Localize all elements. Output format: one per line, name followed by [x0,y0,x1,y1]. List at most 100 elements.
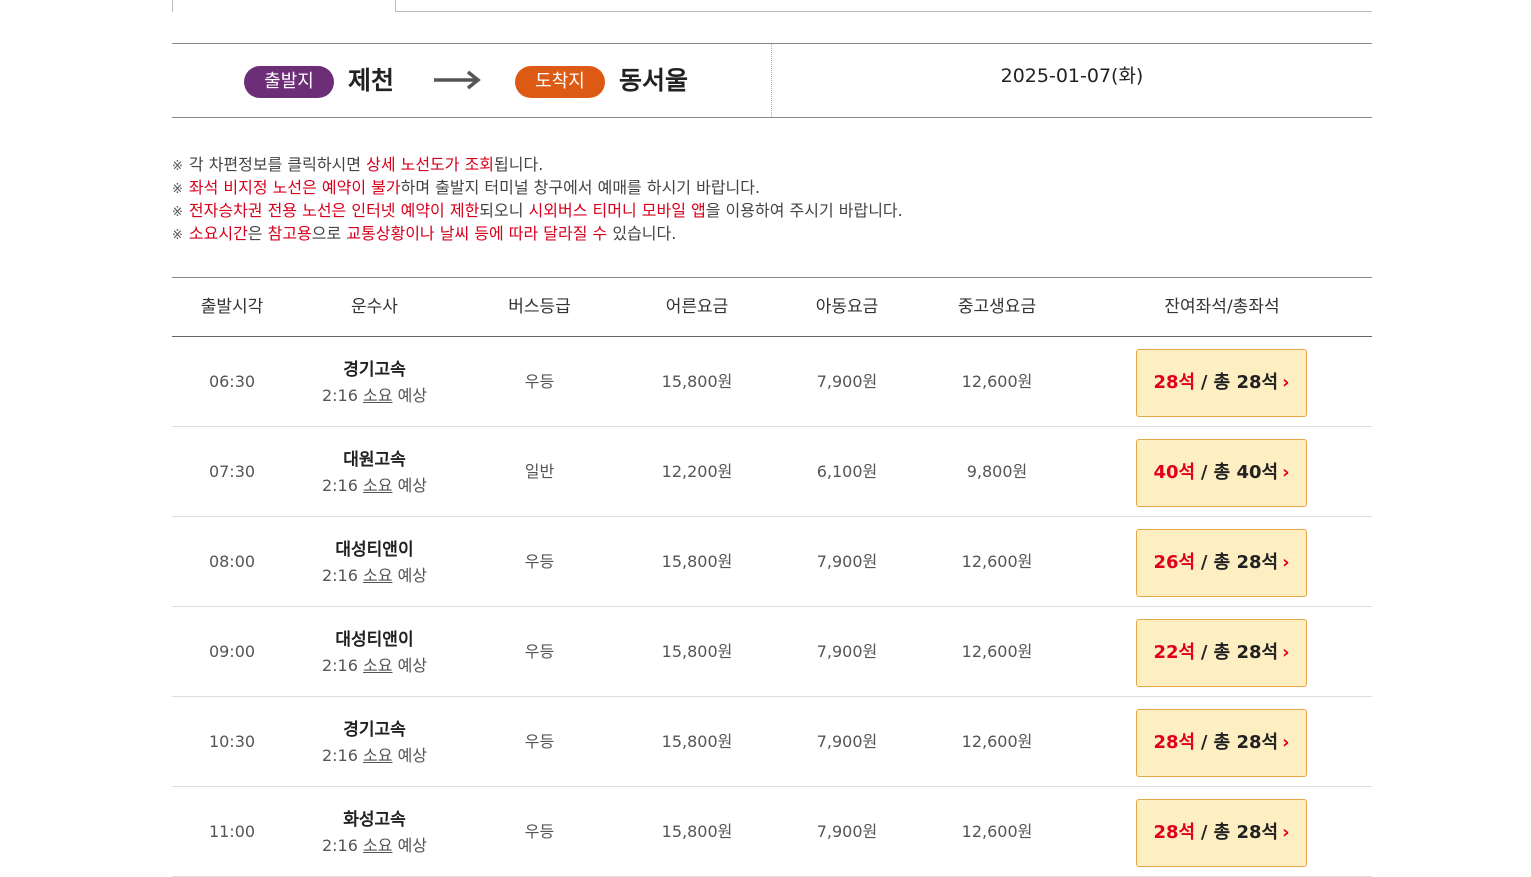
duration-time: 2:16 [321,476,358,495]
arrow-right-icon [434,70,481,90]
notice-highlight: 참고용 [267,224,312,243]
notice-highlight: 전자승차권 전용 노선은 인터넷 예약이 제한 [188,201,480,220]
total-seats: / 총 28석 [1200,552,1279,573]
notice-text: 은 [247,224,268,243]
arrival-city: 동서울 [619,66,689,95]
schedule-table: 출발시각 운수사 버스등급 어른요금 아동요금 중고생요금 잔여좌석/총좌석 0… [172,277,1372,877]
notice-item: ※ 전자승차권 전용 노선은 인터넷 예약이 제한되오니 시외버스 티머니 모바일… [172,200,1372,223]
notice-text: 으로 [311,224,347,243]
notice-mark: ※ [172,228,183,243]
bus-grade: 우등 [524,372,555,391]
company-name: 경기고속 [343,360,406,380]
total-seats: / 총 28석 [1200,372,1279,393]
departure-time: 10:30 [208,732,256,751]
teen-fare: 12,600원 [961,732,1033,751]
duration-time: 2:16 [321,566,358,585]
child-fare: 7,900원 [816,372,878,391]
duration-label: 소요 [363,746,393,765]
select-seat-button[interactable]: 40석 / 총 40석 › [1136,439,1307,507]
bus-grade: 우등 [524,642,555,661]
bus-grade: 일반 [524,462,555,481]
adult-fare: 15,800원 [661,822,733,841]
teen-fare: 12,600원 [961,822,1033,841]
duration: 2:16 소요 예상 [292,835,457,857]
departure-city: 제천 [348,66,395,95]
arrival-badge: 도착지 [515,66,605,98]
tab-bar-remnant [172,0,1372,12]
tab-baseline [395,11,1372,12]
company-name: 대원고속 [343,450,406,470]
duration-label: 소요 [363,656,393,675]
table-row[interactable]: 10:30 경기고속 2:16 소요 예상 우등 15,800원 7,900원 12,600… [172,697,1372,787]
table-row[interactable]: 09:00 대성티앤이 2:16 소요 예상 우등 15,800원 7,900원 12,60… [172,607,1372,697]
select-seat-button[interactable]: 28석 / 총 28석 › [1136,799,1307,867]
remaining-seats: 28석 [1153,372,1196,393]
chevron-right-icon: › [1282,732,1290,753]
table-row[interactable]: 08:00 대성티앤이 2:16 소요 예상 우등 15,800원 7,900원 12,60… [172,517,1372,607]
bus-grade: 우등 [524,552,555,571]
table-row[interactable]: 06:30 경기고속 2:16 소요 예상 우등 15,800원 7,900원 12,600… [172,337,1372,427]
notice-mark: ※ [172,205,183,220]
company-cell[interactable]: 경기고속 2:16 소요 예상 [292,337,457,426]
company-cell[interactable]: 화성고속 2:16 소요 예상 [292,787,457,876]
bus-grade: 우등 [524,732,555,751]
chevron-right-icon: › [1282,822,1290,843]
duration-label: 소요 [363,566,393,585]
duration-suffix: 예상 [397,656,428,675]
remaining-seats: 22석 [1153,642,1196,663]
departure-time: 08:00 [208,552,256,571]
duration-suffix: 예상 [397,566,428,585]
company-cell[interactable]: 경기고속 2:16 소요 예상 [292,697,457,786]
departure-time: 09:00 [208,642,256,661]
header-bus-grade: 버스등급 [508,297,571,317]
adult-fare: 15,800원 [661,732,733,751]
company-cell[interactable]: 대성티앤이 2:16 소요 예상 [292,607,457,696]
table-header: 출발시각 운수사 버스등급 어른요금 아동요금 중고생요금 잔여좌석/총좌석 [172,278,1372,337]
notice-text: 있습니다. [607,224,677,243]
notice-text: 하며 출발지 터미널 창구에서 예매를 하시기 바랍니다. [400,178,761,197]
select-seat-button[interactable]: 28석 / 총 28석 › [1136,349,1307,417]
tab-divider [172,0,173,12]
remaining-seats: 26석 [1153,552,1196,573]
duration-suffix: 예상 [397,476,428,495]
teen-fare: 12,600원 [961,642,1033,661]
select-seat-button[interactable]: 22석 / 총 28석 › [1136,619,1307,687]
remaining-seats: 28석 [1153,732,1196,753]
remaining-seats: 28석 [1153,822,1196,843]
select-seat-button[interactable]: 26석 / 총 28석 › [1136,529,1307,597]
notice-item: ※ 좌석 비지정 노선은 예약이 불가하며 출발지 터미널 창구에서 예매를 하시… [172,177,1372,200]
notice-highlight: 소요시간 [188,224,248,243]
company-name: 경기고속 [343,720,406,740]
departure-time: 11:00 [208,822,256,841]
remaining-seats: 40석 [1153,462,1196,483]
table-row[interactable]: 07:30 대원고속 2:16 소요 예상 일반 12,200원 6,100원 9,800원… [172,427,1372,517]
notice-text: 되오니 [479,201,529,220]
duration-label: 소요 [363,386,393,405]
child-fare: 7,900원 [816,732,878,751]
total-seats: / 총 40석 [1200,462,1279,483]
header-seats: 잔여좌석/총좌석 [1164,297,1280,317]
table-body: 06:30 경기고속 2:16 소요 예상 우등 15,800원 7,900원 12,600… [172,337,1372,877]
header-departure-time: 출발시각 [200,297,264,317]
company-cell[interactable]: 대원고속 2:16 소요 예상 [292,427,457,516]
duration-suffix: 예상 [397,836,428,855]
notice-item: ※ 각 차편정보를 클릭하시면 상세 노선도가 조회됩니다. [172,154,1372,177]
chevron-right-icon: › [1282,642,1290,663]
notice-text: 됩니다. [494,155,544,174]
duration-time: 2:16 [321,386,358,405]
teen-fare: 9,800원 [966,462,1028,481]
notice-text: 각 차편정보를 클릭하시면 [188,155,367,174]
teen-fare: 12,600원 [961,372,1033,391]
adult-fare: 15,800원 [661,552,733,571]
select-seat-button[interactable]: 28석 / 총 28석 › [1136,709,1307,777]
notice-highlight: 상세 노선도가 조회 [366,155,495,174]
header-company: 운수사 [351,297,398,317]
duration-label: 소요 [363,836,393,855]
departure-time: 07:30 [208,462,256,481]
adult-fare: 15,800원 [661,642,733,661]
company-cell[interactable]: 대성티앤이 2:16 소요 예상 [292,517,457,606]
header-teen-fare: 중고생요금 [957,297,1037,317]
total-seats: / 총 28석 [1200,642,1279,663]
table-row[interactable]: 11:00 화성고속 2:16 소요 예상 우등 15,800원 7,900원 12,600… [172,787,1372,877]
company-name: 대성티앤이 [335,540,414,560]
